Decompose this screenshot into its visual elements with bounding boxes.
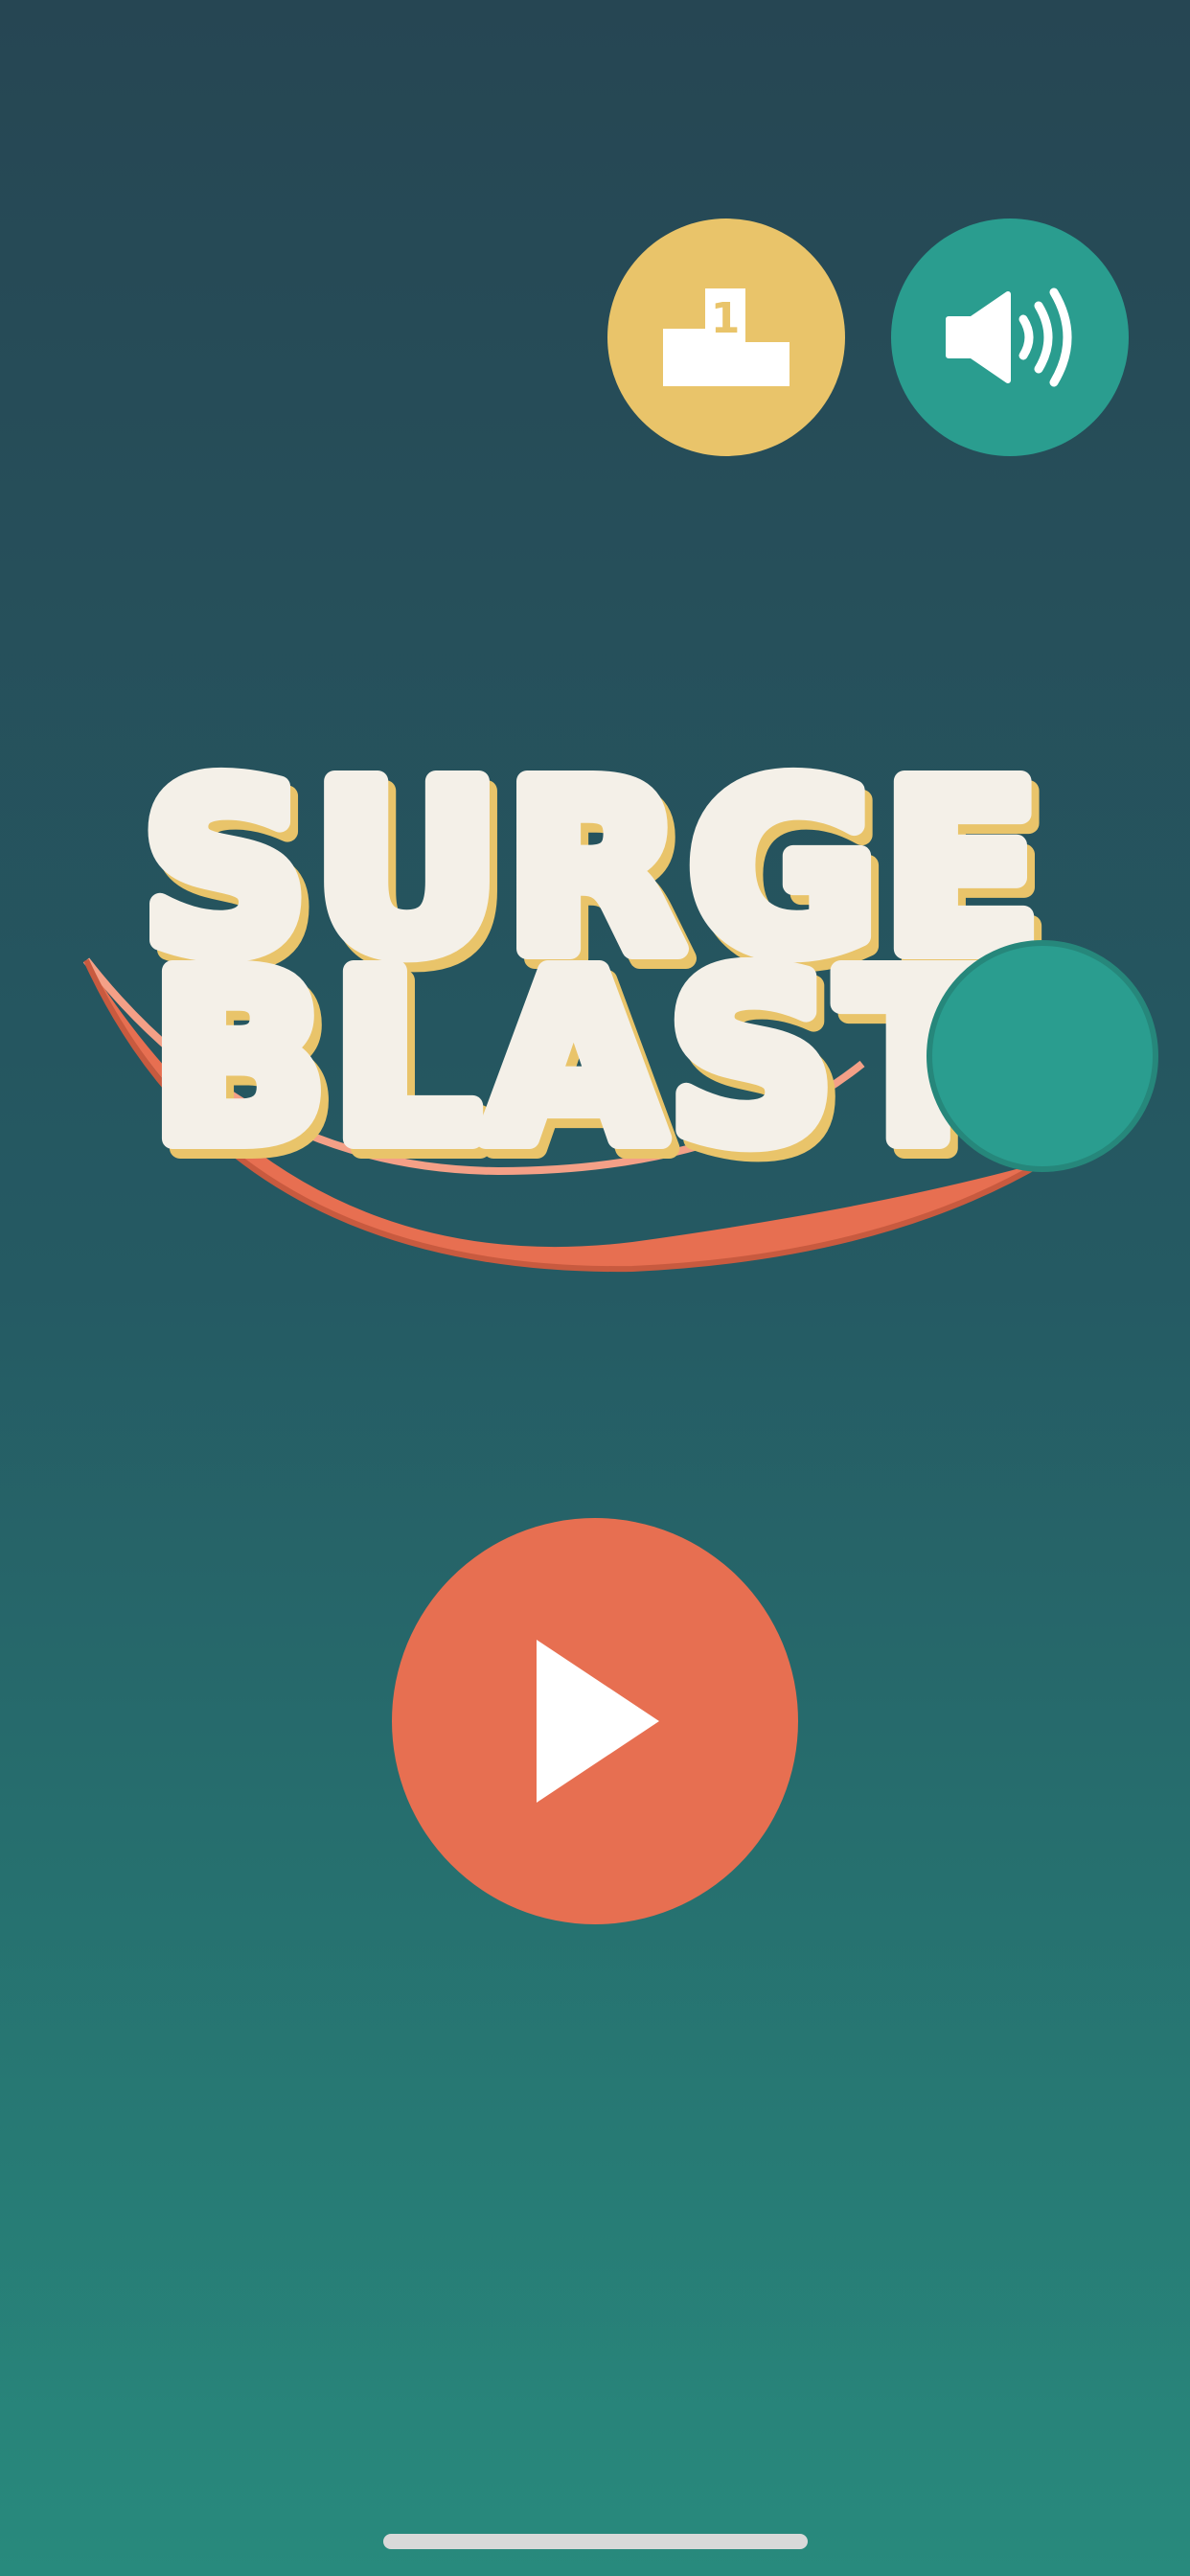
home-indicator[interactable]	[383, 2534, 808, 2549]
logo-title-line2: BLAST	[151, 925, 1002, 1193]
podium-rank-label: 1	[711, 294, 741, 343]
speaker-icon	[946, 288, 1072, 387]
game-logo: SURGE SURGE BLAST BLAST	[0, 671, 1190, 1284]
leaderboard-button[interactable]: 1	[607, 218, 845, 456]
logo-ball	[927, 940, 1158, 1172]
play-icon	[537, 1640, 659, 1803]
play-button[interactable]	[392, 1518, 798, 1924]
sound-toggle-button[interactable]	[891, 218, 1129, 456]
podium-icon: 1	[663, 288, 790, 386]
